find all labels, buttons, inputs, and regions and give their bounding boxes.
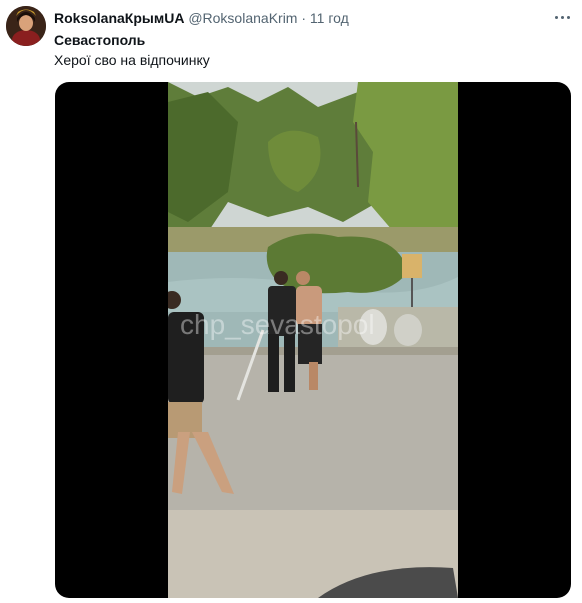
tweet-header: RoksolanaКрымUA @RoksolanaKrim · 11 год (54, 9, 349, 27)
tweet-media-video[interactable]: chp_sevastopol (55, 82, 571, 598)
separator-dot: · (301, 10, 307, 26)
author-handle[interactable]: @RoksolanaKrim (188, 10, 297, 26)
more-horizontal-icon[interactable] (552, 10, 572, 24)
tweet[interactable]: RoksolanaКрымUA @RoksolanaKrim · 11 год … (0, 0, 582, 603)
avatar-image (6, 6, 46, 46)
author-name[interactable]: RoksolanaКрымUA (54, 10, 184, 26)
video-still: chp_sevastopol (168, 82, 458, 598)
video-frame: chp_sevastopol (168, 82, 458, 598)
watermark-text: chp_sevastopol (180, 309, 375, 340)
tweet-text-line-1: Севастополь (54, 32, 146, 48)
timestamp[interactable]: 11 год (310, 10, 349, 26)
avatar[interactable] (6, 6, 46, 46)
tweet-text-line-2: Херої сво на відпочинку (54, 52, 210, 68)
